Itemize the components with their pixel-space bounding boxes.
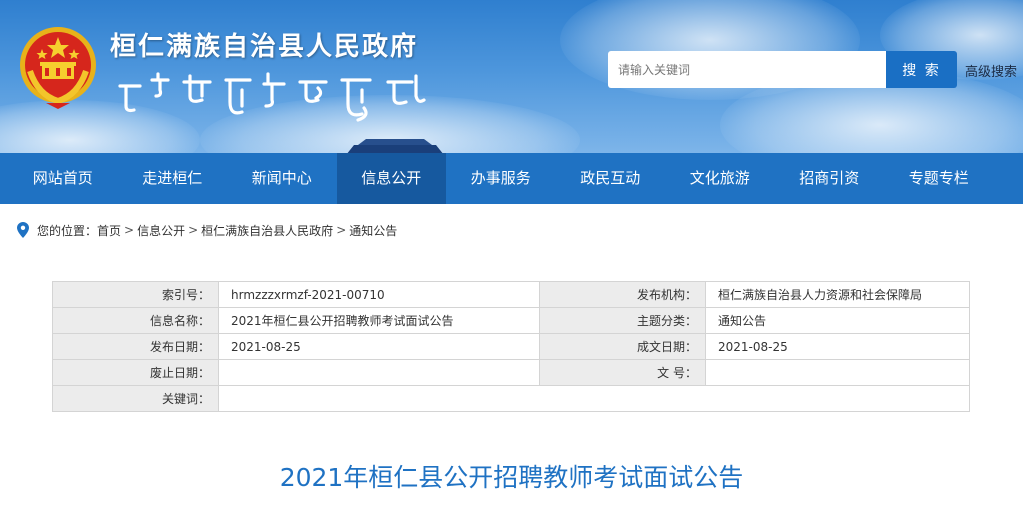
- nav-item-interaction[interactable]: 政民互动: [556, 153, 666, 204]
- table-row: 发布日期： 2021-08-25 成文日期： 2021-08-25: [52, 333, 970, 360]
- nav-item-news[interactable]: 新闻中心: [227, 153, 337, 204]
- breadcrumb-link-home[interactable]: 首页: [97, 222, 121, 239]
- index-number-label: 索引号：: [52, 281, 219, 308]
- publisher-value: 桓仁满族自治县人力资源和社会保障局: [705, 281, 970, 308]
- breadcrumb-link-notices[interactable]: 通知公告: [349, 222, 397, 239]
- breadcrumb-link-info-disclosure[interactable]: 信息公开: [137, 222, 185, 239]
- info-metadata-table: 索引号： hrmzzzxrmzf-2021-00710 发布机构： 桓仁满族自治…: [52, 281, 970, 412]
- mongolian-script-title: [118, 72, 426, 122]
- publisher-label: 发布机构：: [539, 281, 706, 308]
- keywords-label: 关键词：: [52, 385, 219, 412]
- publish-date-value: 2021-08-25: [218, 333, 540, 360]
- breadcrumb: 您的位置： 首页 > 信息公开 > 桓仁满族自治县人民政府 > 通知公告: [17, 221, 397, 239]
- breadcrumb-prefix: 您的位置：: [37, 223, 98, 238]
- expiry-date-value: [218, 359, 540, 386]
- header-banner: 桓仁满族自治县人民政府 搜 索 高级搜索: [0, 0, 1023, 156]
- expiry-date-label: 废止日期：: [52, 359, 219, 386]
- main-nav: 网站首页 走进桓仁 新闻中心 信息公开 办事服务 政民互动 文化旅游 招商引资 …: [0, 153, 1023, 204]
- table-row: 索引号： hrmzzzxrmzf-2021-00710 发布机构： 桓仁满族自治…: [52, 281, 970, 308]
- table-row: 关键词：: [52, 385, 970, 412]
- publish-date-label: 发布日期：: [52, 333, 219, 360]
- breadcrumb-separator: >: [188, 223, 199, 237]
- info-name-value: 2021年桓仁县公开招聘教师考试面试公告: [218, 307, 540, 334]
- topic-category-label: 主题分类：: [539, 307, 706, 334]
- nav-item-special-topics[interactable]: 专题专栏: [884, 153, 994, 204]
- nav-item-services[interactable]: 办事服务: [446, 153, 556, 204]
- advanced-search-link[interactable]: 高级搜索: [965, 61, 1017, 80]
- topic-category-value: 通知公告: [705, 307, 970, 334]
- nav-item-info-disclosure[interactable]: 信息公开: [336, 153, 446, 204]
- index-number-value: hrmzzzxrmzf-2021-00710: [218, 281, 540, 308]
- written-date-label: 成文日期：: [539, 333, 706, 360]
- site-title: 桓仁满族自治县人民政府: [110, 32, 419, 62]
- article-title: 2021年桓仁县公开招聘教师考试面试公告: [279, 463, 744, 492]
- breadcrumb-link-county-government[interactable]: 桓仁满族自治县人民政府: [201, 222, 333, 239]
- national-emblem-icon: [20, 27, 96, 109]
- nav-item-about[interactable]: 走进桓仁: [118, 153, 228, 204]
- nav-item-home[interactable]: 网站首页: [8, 153, 118, 204]
- breadcrumb-separator: >: [124, 223, 135, 237]
- written-date-value: 2021-08-25: [705, 333, 970, 360]
- nav-item-culture-tourism[interactable]: 文化旅游: [665, 153, 775, 204]
- table-row: 废止日期： 文 号：: [52, 359, 970, 386]
- breadcrumb-separator: >: [336, 223, 347, 237]
- document-number-value: [705, 359, 970, 386]
- keywords-value: [218, 385, 970, 412]
- search-input[interactable]: [608, 51, 886, 88]
- table-row: 信息名称： 2021年桓仁县公开招聘教师考试面试公告 主题分类： 通知公告: [52, 307, 970, 334]
- search-button[interactable]: 搜 索: [886, 51, 957, 88]
- info-name-label: 信息名称：: [52, 307, 219, 334]
- document-number-label: 文 号：: [539, 359, 706, 386]
- nav-item-investment[interactable]: 招商引资: [775, 153, 885, 204]
- location-pin-icon: [17, 222, 29, 238]
